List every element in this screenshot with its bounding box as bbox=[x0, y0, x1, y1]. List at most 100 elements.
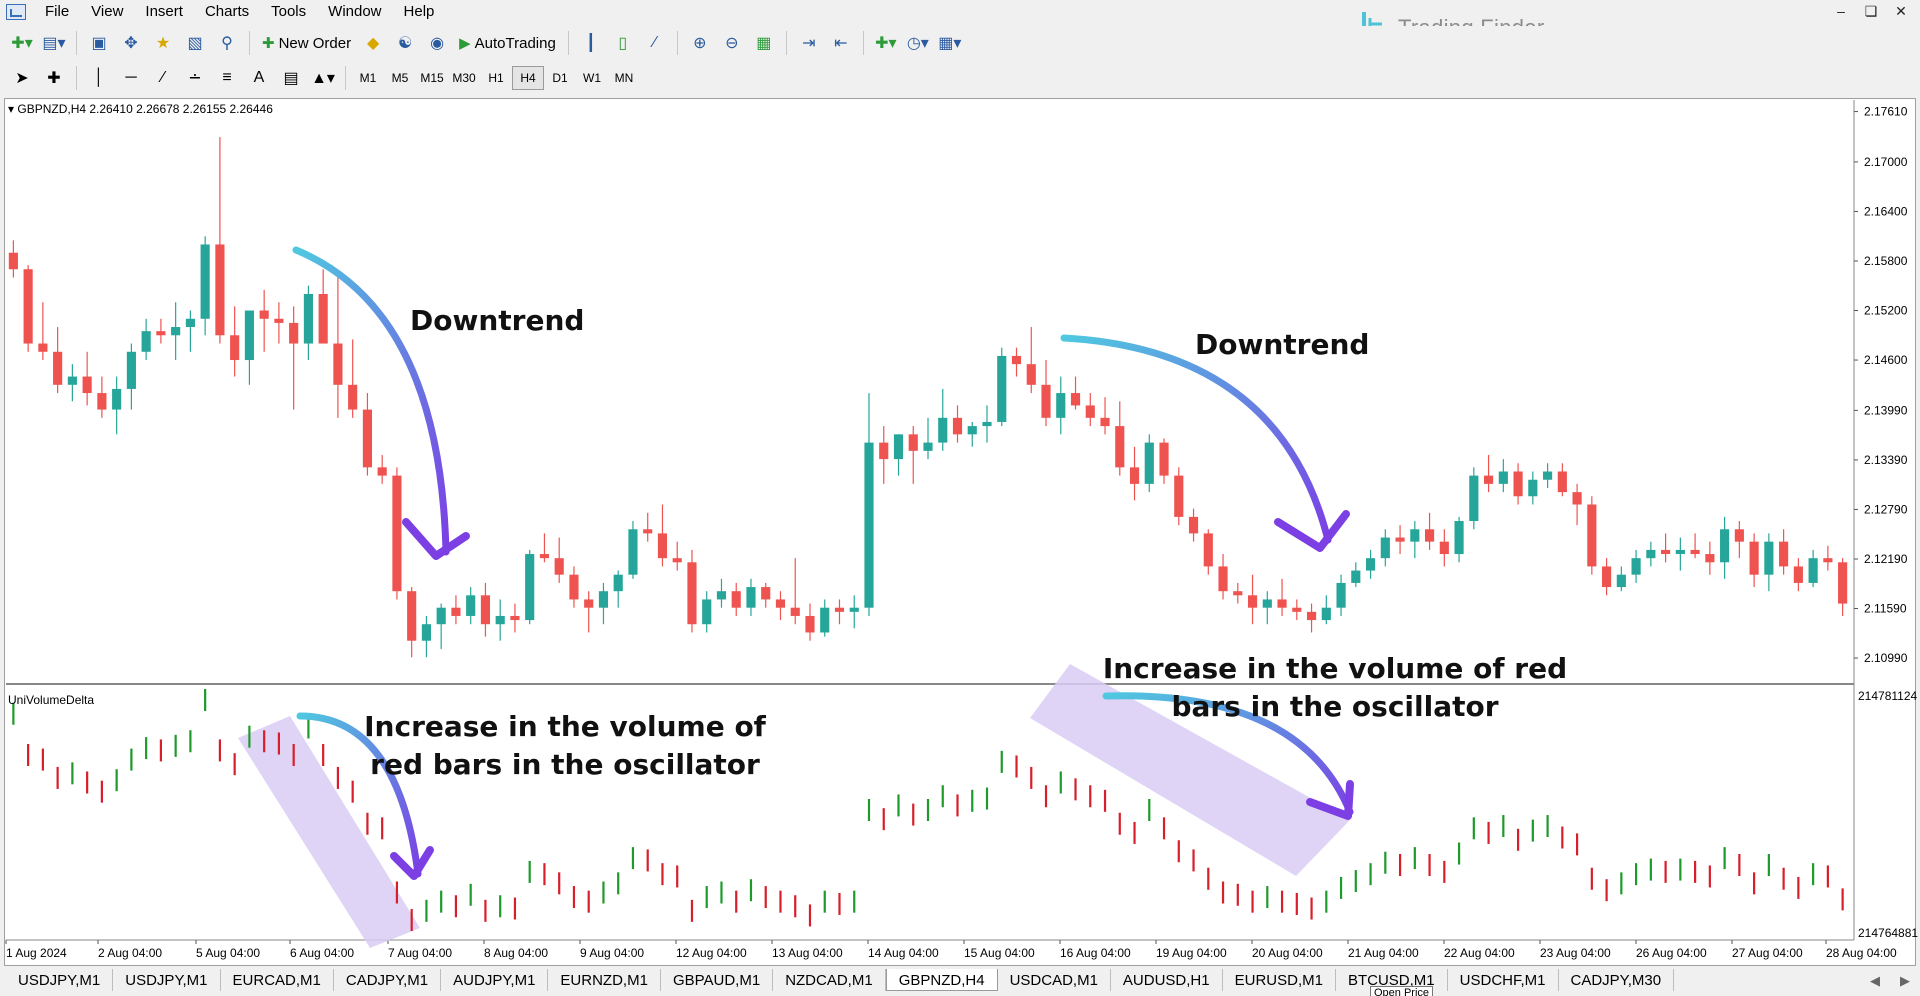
candle-body bbox=[952, 417, 963, 435]
candle-body bbox=[230, 335, 240, 361]
chart-tab[interactable]: USDCHF,M1 bbox=[1448, 969, 1559, 991]
price-tick-label: 2.12190 bbox=[1864, 552, 1908, 566]
time-tick-label: 21 Aug 04:00 bbox=[1348, 946, 1419, 960]
candle-body bbox=[1159, 442, 1169, 476]
candle-body bbox=[1557, 471, 1567, 493]
downtrend-label-2: Downtrend bbox=[1195, 328, 1370, 361]
candle-body bbox=[82, 376, 92, 394]
candle-body bbox=[908, 434, 918, 451]
candle-body bbox=[1410, 529, 1420, 542]
chart-tab[interactable]: USDCAD,M1 bbox=[998, 969, 1111, 991]
tab-navigation: ◀ ▶ bbox=[1870, 973, 1910, 989]
candle-body bbox=[1646, 549, 1656, 559]
candle-body bbox=[702, 599, 712, 625]
candle-body bbox=[1233, 591, 1243, 596]
chart-tab[interactable]: GBPAUD,M1 bbox=[661, 969, 774, 991]
candle-body bbox=[1218, 566, 1228, 592]
candle-body bbox=[584, 599, 594, 608]
time-tick-label: 23 Aug 04:00 bbox=[1540, 946, 1611, 960]
chart-tab[interactable]: AUDUSD,H1 bbox=[1111, 969, 1223, 991]
candle-body bbox=[171, 327, 181, 336]
candle-body bbox=[407, 591, 417, 641]
candle-body bbox=[1484, 475, 1494, 484]
price-tick-label: 2.12790 bbox=[1864, 502, 1908, 516]
candle-body bbox=[1306, 611, 1317, 621]
candle-body bbox=[244, 310, 254, 361]
price-tick-label: 2.10990 bbox=[1864, 651, 1908, 665]
candle-body bbox=[1203, 533, 1213, 567]
candle-body bbox=[643, 529, 653, 534]
tab-prev-icon[interactable]: ◀ bbox=[1870, 973, 1880, 989]
candle-body bbox=[318, 294, 328, 344]
time-tick-label: 26 Aug 04:00 bbox=[1636, 946, 1707, 960]
candle-body bbox=[8, 252, 18, 270]
chart-tab[interactable]: USDJPY,M1 bbox=[6, 969, 114, 991]
candle-body bbox=[1734, 529, 1744, 542]
candle-body bbox=[362, 409, 372, 468]
time-tick-label: 16 Aug 04:00 bbox=[1060, 946, 1131, 960]
chart-tab[interactable]: GBPNZD,H4 bbox=[885, 969, 998, 991]
price-tick-label: 2.14600 bbox=[1864, 353, 1908, 367]
candle-body bbox=[1439, 541, 1449, 555]
candle-body bbox=[1764, 541, 1774, 575]
chart-tab[interactable]: NZDCAD,M1 bbox=[773, 969, 886, 991]
candle-body bbox=[1513, 471, 1523, 497]
chart-tab[interactable]: AUDJPY,M1 bbox=[441, 969, 549, 991]
chart-tab[interactable]: CADJPY,M1 bbox=[334, 969, 442, 991]
time-tick-label: 13 Aug 04:00 bbox=[772, 946, 843, 960]
candle-body bbox=[820, 607, 830, 633]
price-tick-label: 2.11590 bbox=[1864, 602, 1907, 616]
candle-body bbox=[510, 615, 520, 621]
candle-body bbox=[67, 376, 77, 385]
price-chart-svg[interactable]: 2.17610 2.17000 2.16400 2.15800 2.15200 2.146… bbox=[0, 0, 1920, 970]
candle-body bbox=[613, 574, 623, 592]
candle-body bbox=[790, 607, 800, 616]
candle-body bbox=[348, 384, 358, 410]
osc-tick-label: 214764881 bbox=[1858, 926, 1918, 940]
candle-body bbox=[126, 351, 136, 389]
chart-tab[interactable]: USDJPY,M1 bbox=[113, 969, 221, 991]
candle-body bbox=[421, 624, 432, 641]
osc-tick-label: 214781124 bbox=[1858, 689, 1918, 703]
candle-body bbox=[1041, 384, 1051, 418]
candle-body bbox=[879, 442, 889, 460]
candle-body bbox=[1321, 607, 1331, 621]
candle-body bbox=[1808, 558, 1818, 583]
candle-body bbox=[451, 607, 461, 616]
downtrend-arrow-1-head bbox=[402, 518, 470, 560]
candle-body bbox=[598, 591, 609, 608]
downtrend-arrow-1 bbox=[292, 246, 450, 556]
candle-body bbox=[1070, 393, 1081, 406]
candle-body bbox=[1572, 492, 1582, 505]
chart-tab[interactable]: CADJPY,M30 bbox=[1559, 969, 1675, 991]
chart-tab[interactable]: EURUSD,M1 bbox=[1223, 969, 1336, 991]
candle-body bbox=[864, 442, 874, 608]
chart-tab[interactable]: EURCAD,M1 bbox=[221, 969, 334, 991]
time-tick-label: 22 Aug 04:00 bbox=[1444, 946, 1515, 960]
candle-body bbox=[834, 607, 845, 612]
candle-body bbox=[967, 426, 977, 435]
candle-body bbox=[657, 533, 668, 559]
candle-body bbox=[1690, 549, 1700, 555]
candle-body bbox=[1528, 479, 1538, 497]
tab-next-icon[interactable]: ▶ bbox=[1900, 973, 1910, 989]
chart-tab[interactable]: EURNZD,M1 bbox=[548, 969, 661, 991]
downtrend-arrow-2 bbox=[1060, 334, 1332, 544]
candle-body bbox=[495, 615, 505, 625]
candle-body bbox=[1749, 541, 1759, 575]
candle-body bbox=[1395, 537, 1405, 542]
time-tick-label: 7 Aug 04:00 bbox=[388, 946, 452, 960]
price-tick-label: 2.17000 bbox=[1864, 155, 1908, 169]
chart-tabs: USDJPY,M1 USDJPY,M1 EURCAD,M1 CADJPY,M1 AUDJ… bbox=[0, 969, 1920, 996]
time-tick-label: 6 Aug 04:00 bbox=[290, 946, 354, 960]
candle-body bbox=[1129, 467, 1140, 484]
candle-body bbox=[97, 393, 107, 410]
candle-body bbox=[1661, 549, 1671, 555]
candle-body bbox=[672, 558, 682, 563]
time-tick-label: 9 Aug 04:00 bbox=[580, 946, 644, 960]
candle-body bbox=[436, 607, 446, 625]
chart-info-text: GBPNZD,H4 2.26410 2.26678 2.26155 2.2644… bbox=[17, 102, 273, 116]
mt4-window: File View Insert Charts Tools Window Hel… bbox=[0, 0, 1920, 996]
price-tick-label: 2.15800 bbox=[1864, 254, 1908, 268]
oscillator-note-1: Increase in the volume of red bars in th… bbox=[364, 710, 766, 781]
